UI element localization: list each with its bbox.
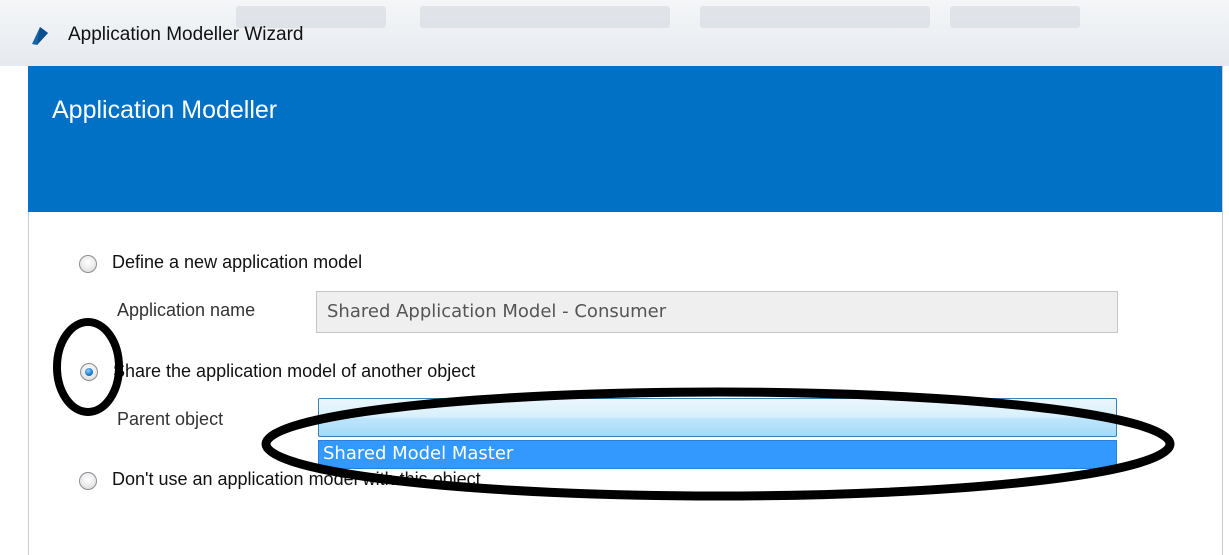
define-new-model-radio[interactable] [79, 255, 97, 273]
window-titlebar: Application Modeller Wizard [0, 0, 1229, 66]
banner-title: Application Modeller [52, 96, 278, 124]
share-model-radio[interactable] [80, 363, 98, 381]
window-title: Application Modeller Wizard [68, 24, 304, 45]
wizard-banner: Application Modeller [28, 66, 1223, 212]
window-frame-left [28, 212, 29, 555]
background-window-ghost [700, 6, 930, 28]
dropdown-item-shared-model-master[interactable]: Shared Model Master [323, 443, 513, 464]
no-model-radio[interactable] [79, 472, 97, 490]
background-window-ghost [420, 6, 670, 28]
parent-object-dropdown-list[interactable]: Shared Model Master [318, 440, 1117, 469]
application-name-label: Application name [117, 300, 256, 320]
application-name-field[interactable]: Shared Application Model - Consumer [316, 291, 1118, 333]
background-window-ghost [950, 6, 1080, 28]
parent-object-label: Parent object [117, 409, 224, 429]
parent-object-combobox[interactable] [318, 398, 1117, 437]
window-frame-right [1222, 66, 1223, 555]
wizard-window: Application Modeller Wizard Application … [0, 0, 1229, 555]
define-new-model-label: Define a new application model [112, 252, 363, 272]
share-model-label: Share the application model of another o… [113, 361, 476, 381]
no-model-label: Don't use an application model with this… [112, 469, 481, 489]
app-logo-icon [32, 27, 48, 45]
radio-selected-dot [85, 368, 93, 376]
